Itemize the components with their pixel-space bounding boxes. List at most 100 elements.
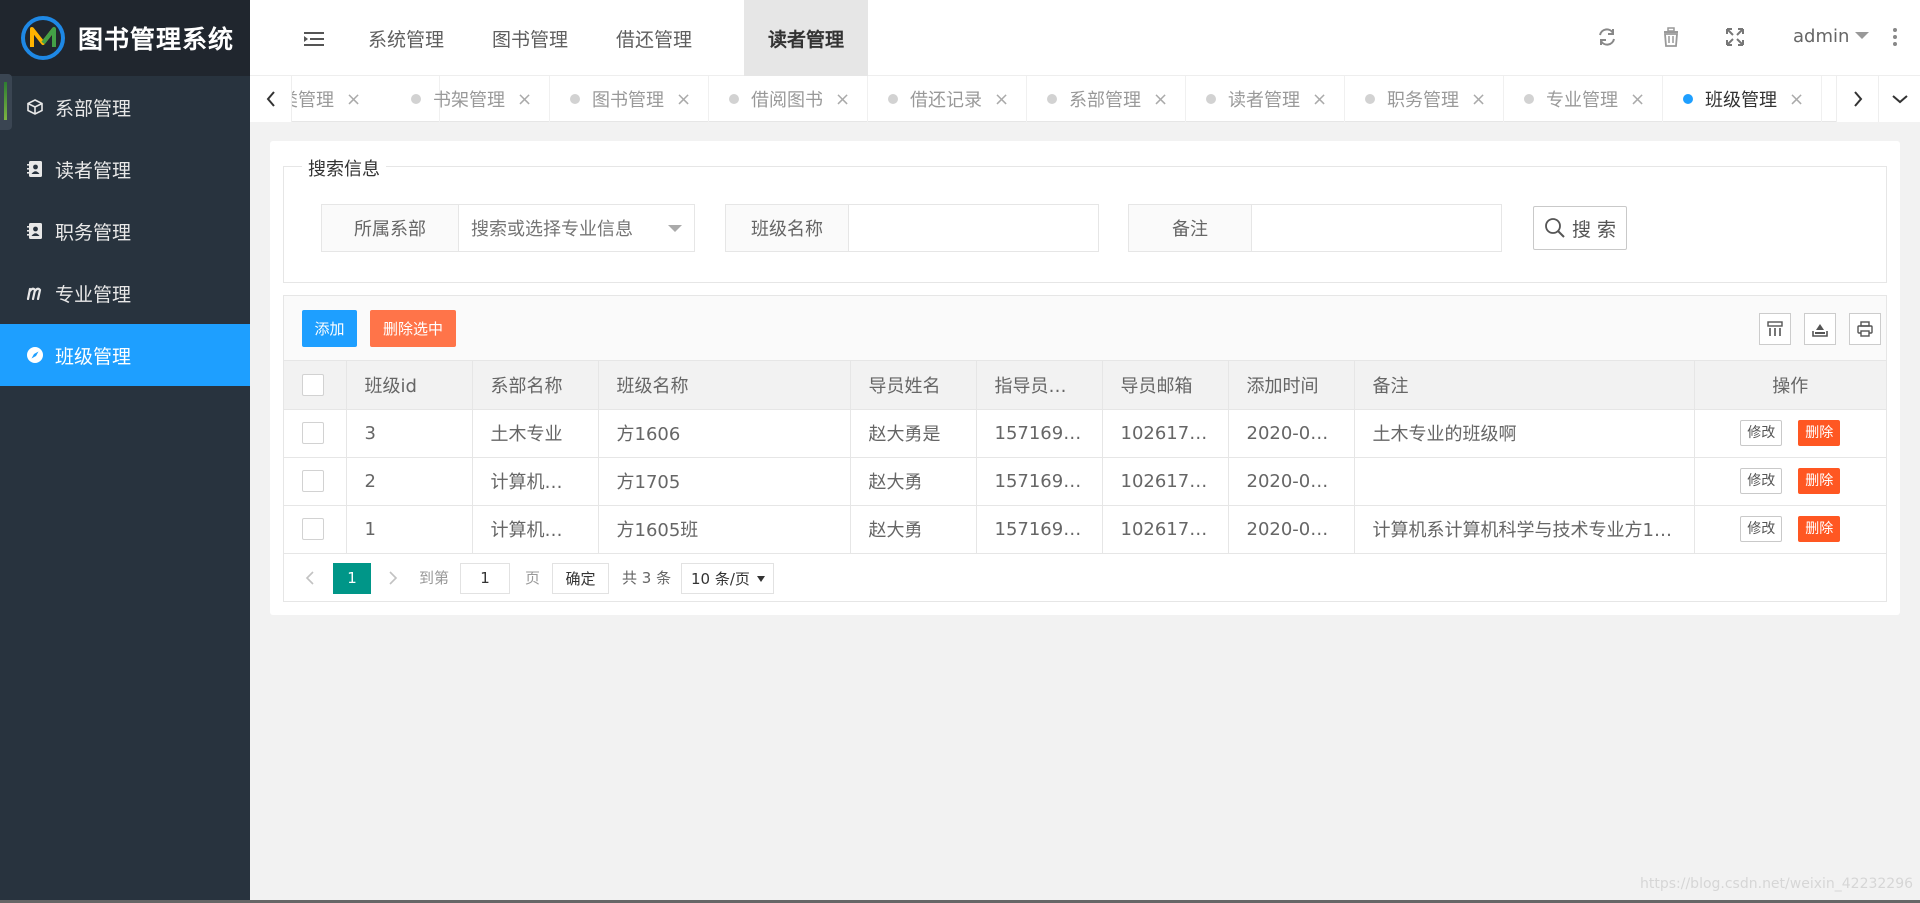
sidebar: 图书管理系统 系部管理 读者管理 职务管理 专业管理 班级管理 [0,0,250,903]
tab-position[interactable]: 职务管理 × [1345,76,1504,122]
edit-button[interactable]: 修改 [1740,468,1783,494]
tab-scroll-left-button[interactable] [250,76,292,122]
nav-borrow[interactable]: 借还管理 [592,0,716,76]
cell-phone: 1571694… [976,457,1103,506]
user-menu[interactable]: admin [1793,26,1870,47]
delete-selected-button[interactable]: 删除选中 [370,310,456,347]
table-row[interactable]: 1 计算机科… 方1605班 赵大勇 1571694… 1026179… 202… [284,505,1886,554]
search-icon [1545,218,1565,238]
close-icon[interactable]: × [676,89,691,110]
cell-time: 2020-09… [1228,409,1355,458]
edit-button[interactable]: 修改 [1740,516,1783,542]
sidebar-item-major[interactable]: 专业管理 [0,262,250,324]
data-table: 添加 删除选中 班级id 系部名称 班级名称 导员姓名 指导员电话 导员邮箱 添… [283,295,1887,602]
sidebar-resize-handle[interactable] [0,74,12,130]
column-header[interactable]: 指导员电话 [976,361,1103,410]
trash-icon[interactable] [1660,26,1682,48]
export-button[interactable] [1804,313,1836,345]
cell-dept: 计算机科… [472,505,599,554]
tab-label: 职务管理 [1387,90,1459,111]
columns-filter-button[interactable] [1759,313,1791,345]
chevron-left-icon [305,570,314,585]
class-name-input[interactable] [849,205,1098,251]
nav-readers[interactable]: 读者管理 [744,0,868,76]
sidebar-item-dept[interactable]: 系部管理 [0,76,250,138]
nav-system[interactable]: 系统管理 [344,0,468,76]
delete-button[interactable]: 删除 [1798,516,1841,542]
close-icon[interactable]: × [835,89,850,110]
edit-button[interactable]: 修改 [1740,420,1783,446]
tab-borrow-books[interactable]: 借阅图书 × [709,76,868,122]
close-icon[interactable]: × [1789,89,1804,110]
column-header[interactable]: 备注 [1354,361,1695,410]
dept-select[interactable]: 搜索或选择专业信息 [459,205,694,251]
column-header[interactable]: 导员邮箱 [1102,361,1229,410]
page-current[interactable]: 1 [333,562,371,594]
next-page-button[interactable] [383,563,403,593]
chevron-down-icon [1855,32,1870,39]
goto-page-input[interactable] [460,562,510,594]
goto-confirm-button[interactable]: 确定 [552,562,609,594]
table-row[interactable]: 3 土木专业 方1606 赵大勇是 1571694… 1026179… 2020… [284,409,1886,458]
column-header[interactable]: 班级id [346,361,473,410]
close-icon[interactable]: × [517,89,532,110]
tab-readers[interactable]: 读者管理 × [1186,76,1345,122]
tab-scroll-right-button[interactable] [1836,76,1878,122]
refresh-icon[interactable] [1596,26,1618,48]
tab-class[interactable]: 班级管理 × [1663,76,1822,122]
tab-major[interactable]: 专业管理 × [1504,76,1663,122]
close-icon[interactable]: × [1153,89,1168,110]
select-all-checkbox[interactable] [302,373,324,396]
tab-shelf[interactable]: 书架管理 × [391,76,550,122]
close-icon[interactable]: × [1312,89,1327,110]
tab-bar: 类管理 × 书架管理 × 图书管理 × 借阅图书 × 借还记录 × 系部管理 × 读者管理 ×… [250,76,1920,122]
column-header[interactable]: 导员姓名 [850,361,977,410]
cube-icon [25,97,45,117]
sidebar-item-class[interactable]: 班级管理 [0,324,250,386]
cell-id: 1 [346,505,473,554]
tab-books[interactable]: 图书管理 × [550,76,709,122]
tab-label: 系部管理 [1069,90,1141,111]
row-checkbox[interactable] [302,518,324,540]
delete-button[interactable]: 删除 [1798,420,1841,446]
letter-m-icon [25,283,45,303]
sidebar-item-label: 职务管理 [55,221,132,244]
fullscreen-icon[interactable] [1724,26,1746,48]
delete-button[interactable]: 删除 [1798,468,1841,494]
menu-collapse-icon[interactable] [302,27,326,51]
row-checkbox[interactable] [302,422,324,444]
nav-books[interactable]: 图书管理 [468,0,592,76]
table-row[interactable]: 2 计算机科… 方1705 赵大勇 1571694… 1026179… 2020… [284,457,1886,506]
logo: 图书管理系统 [0,0,250,76]
cell-id: 3 [346,409,473,458]
cell-name: 方1606 [598,409,851,458]
content-card: 搜索信息 所属系部 搜索或选择专业信息 班级名称 备注 搜 索 添加 删除选中 [270,141,1900,615]
search-button[interactable]: 搜 索 [1533,206,1627,250]
tab-menu-button[interactable] [1878,76,1920,122]
tab-dept[interactable]: 系部管理 × [1027,76,1186,122]
username: admin [1793,26,1850,47]
column-header[interactable]: 系部名称 [472,361,599,410]
close-icon[interactable]: × [346,89,361,110]
tab-label: 借还记录 [910,90,982,111]
print-button[interactable] [1849,313,1881,345]
chevron-right-icon [1853,91,1862,107]
close-icon[interactable]: × [1471,89,1486,110]
contact-book-icon [25,159,45,179]
tab-borrow-records[interactable]: 借还记录 × [868,76,1027,122]
sidebar-item-reader[interactable]: 读者管理 [0,138,250,200]
prev-page-button[interactable] [300,563,320,593]
watermark: https://blog.csdn.net/weixin_42232296 [1640,876,1914,892]
close-icon[interactable]: × [994,89,1009,110]
remark-input[interactable] [1252,205,1501,251]
page-size-select[interactable]: 10 条/页 [681,562,774,594]
sidebar-item-position[interactable]: 职务管理 [0,200,250,262]
row-checkbox[interactable] [302,470,324,492]
cell-dept: 计算机科… [472,457,599,506]
caret-down-icon [668,225,682,232]
column-header[interactable]: 添加时间 [1228,361,1355,410]
column-header[interactable]: 班级名称 [598,361,851,410]
close-icon[interactable]: × [1630,89,1645,110]
more-vertical-icon[interactable] [1892,26,1898,48]
add-button[interactable]: 添加 [302,310,357,347]
